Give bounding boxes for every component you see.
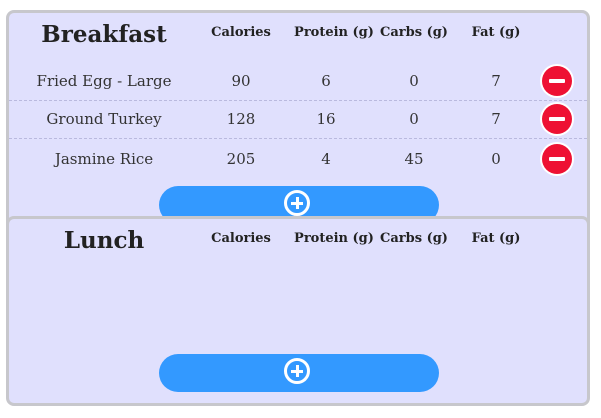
lunch-title: Lunch [63, 227, 145, 254]
fat-header: Fat (g) [471, 25, 521, 40]
food-row: Jasmine Rice 205 4 45 0 [9, 140, 587, 178]
remove-circle-icon[interactable] [542, 66, 572, 96]
food-calories: 90 [231, 72, 251, 90]
fat-header: Fat (g) [471, 231, 521, 246]
food-calories: 205 [226, 150, 256, 168]
food-name: Ground Turkey [46, 110, 162, 128]
breakfast-title: Breakfast [41, 21, 167, 48]
food-carbs: 0 [409, 72, 419, 90]
add-lunch-food-button[interactable] [159, 354, 439, 392]
food-fat: 7 [491, 72, 501, 90]
food-protein: 16 [316, 110, 336, 128]
food-row: Ground Turkey 128 16 0 7 [9, 100, 587, 139]
remove-circle-icon[interactable] [542, 144, 572, 174]
add-circle-icon [284, 190, 310, 216]
food-carbs: 45 [404, 150, 424, 168]
lunch-card: Lunch Calories Protein (g) Carbs (g) Fat… [6, 216, 590, 406]
food-fat: 0 [491, 150, 501, 168]
food-fat: 7 [491, 110, 501, 128]
food-row: Fried Egg - Large 90 6 0 7 [9, 62, 587, 101]
food-name: Fried Egg - Large [36, 72, 172, 90]
food-carbs: 0 [409, 110, 419, 128]
remove-circle-icon[interactable] [542, 104, 572, 134]
carbs-header: Carbs (g) [380, 25, 448, 40]
food-protein: 4 [321, 150, 331, 168]
food-protein: 6 [321, 72, 331, 90]
food-calories: 128 [226, 110, 256, 128]
calories-header: Calories [211, 25, 271, 40]
calories-header: Calories [211, 231, 271, 246]
protein-header: Protein (g) [294, 231, 374, 246]
breakfast-card: Breakfast Calories Protein (g) Carbs (g)… [6, 10, 590, 240]
carbs-header: Carbs (g) [380, 231, 448, 246]
protein-header: Protein (g) [294, 25, 374, 40]
food-name: Jasmine Rice [54, 150, 154, 168]
add-circle-icon [284, 358, 310, 384]
